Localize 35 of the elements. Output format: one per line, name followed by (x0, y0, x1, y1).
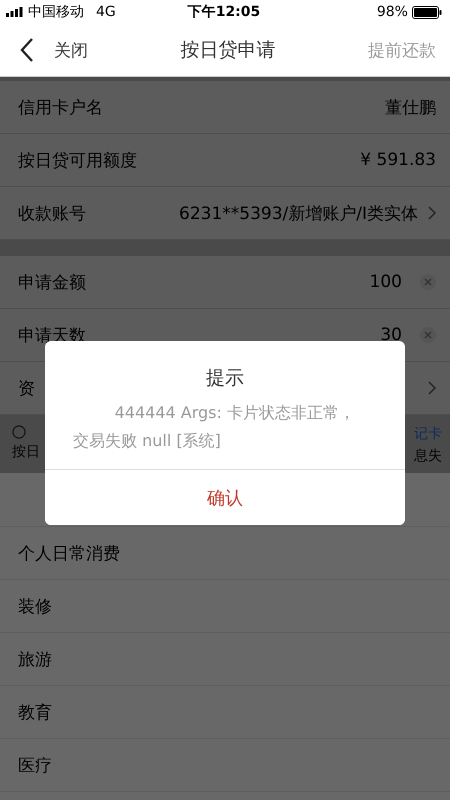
purpose-option[interactable]: 旅游 (0, 633, 450, 686)
purpose-option[interactable]: 个人日常消费 (0, 527, 450, 580)
signal-icon (6, 7, 24, 17)
clear-icon[interactable] (420, 327, 436, 343)
network-type: 4G (96, 4, 116, 20)
row-value: ¥ 591.83 (360, 150, 436, 170)
battery-percent: 98% (376, 4, 408, 20)
purpose-option[interactable]: 医疗 (0, 739, 450, 792)
row-label: 按日贷可用额度 (18, 150, 137, 172)
row-label: 收款账号 (18, 202, 86, 224)
close-link[interactable]: 关闭 (54, 38, 88, 62)
radio-icon[interactable] (12, 425, 26, 439)
row-value[interactable]: 30 (380, 325, 402, 345)
status-time: 下午12:05 (188, 3, 260, 21)
row-label: 资 (18, 378, 35, 400)
purpose-option[interactable]: 装修 (0, 580, 450, 633)
dialog-message: 444444 Args: 卡片状态非正常，交易失败 null [系统] (72, 402, 356, 452)
row-value[interactable]: 100 (370, 272, 402, 292)
carrier-name: 中国移动 (28, 3, 84, 21)
page-title: 按日贷申请 (180, 38, 276, 63)
battery-icon (412, 6, 442, 18)
note-text: 按日 (12, 443, 40, 461)
chevron-icon (428, 381, 436, 395)
row-label: 信用卡户名 (18, 96, 103, 118)
row-value[interactable]: 6231**5393/新增账户/I类实体 (179, 202, 418, 224)
purpose-option[interactable]: 教育 (0, 686, 450, 739)
dialog-title: 提示 (205, 366, 245, 391)
confirm-button[interactable]: 确认 (45, 469, 405, 525)
row-value: 董仕鹏 (385, 96, 436, 118)
prepay-link[interactable]: 提前还款 (316, 38, 436, 62)
clear-icon[interactable] (420, 274, 436, 290)
row-label: 申请金额 (18, 272, 86, 294)
back-icon[interactable] (20, 37, 34, 63)
note-text: 息失 (414, 447, 442, 465)
chevron-icon (428, 206, 436, 220)
